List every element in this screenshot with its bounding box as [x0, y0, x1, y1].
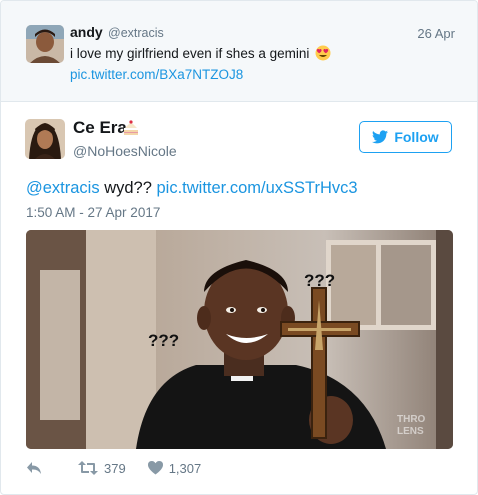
like-count: 1,307 [168, 460, 202, 476]
watermark-top: THRO [397, 414, 426, 425]
parent-tweet[interactable]: andy @extracis 26 Apr i love my girlfrie… [1, 1, 477, 102]
tweet-body-text: wyd?? [99, 179, 157, 197]
like-button[interactable]: 1,307 [126, 460, 202, 476]
heart-eyes-emoji-icon [315, 45, 331, 61]
parent-author-handle[interactable]: @extracis [108, 26, 164, 40]
author-name[interactable]: Ce Era [73, 118, 127, 138]
author-handle[interactable]: @NoHoesNicole [73, 143, 177, 159]
pic-link[interactable]: pic.twitter.com/uxSSTrHvc3 [156, 179, 357, 197]
parent-author-name[interactable]: andy [70, 24, 103, 40]
cake-icon [122, 119, 140, 137]
reply-button[interactable] [26, 461, 42, 475]
parent-tweet-text: i love my girlfriend even if shes a gemi… [70, 45, 331, 61]
tweet-timestamp[interactable]: 1:50 AM - 27 Apr 2017 [26, 205, 160, 220]
reply-icon [27, 462, 41, 474]
retweet-icon [78, 461, 98, 475]
author-avatar[interactable] [25, 119, 65, 159]
question-marks-right: ??? [304, 271, 335, 290]
question-marks-left: ??? [148, 331, 179, 350]
parent-pic-link[interactable]: pic.twitter.com/BXa7NTZOJ8 [70, 67, 243, 82]
heart-icon [147, 461, 163, 475]
tweet-embed-card: andy @extracis 26 Apr i love my girlfrie… [0, 0, 478, 495]
parent-avatar[interactable] [26, 25, 64, 63]
watermark-bottom: LENS [397, 426, 424, 437]
tweet-actions: 379 1,307 [26, 458, 201, 478]
tweet-text: @extracis wyd?? pic.twitter.com/uxSSTrHv… [26, 179, 358, 198]
follow-label: Follow [394, 129, 439, 145]
tweet-image[interactable]: ??? ??? THRO LENS [26, 230, 453, 449]
parent-date[interactable]: 26 Apr [417, 26, 455, 41]
retweet-count: 379 [104, 460, 126, 476]
meme-photo: ??? ??? THRO LENS [26, 230, 453, 449]
retweet-button[interactable]: 379 [42, 461, 126, 476]
mention-link[interactable]: @extracis [26, 179, 100, 197]
twitter-bird-icon [372, 130, 389, 144]
parent-text-body: i love my girlfriend even if shes a gemi… [70, 46, 310, 61]
follow-button[interactable]: Follow [359, 121, 452, 153]
